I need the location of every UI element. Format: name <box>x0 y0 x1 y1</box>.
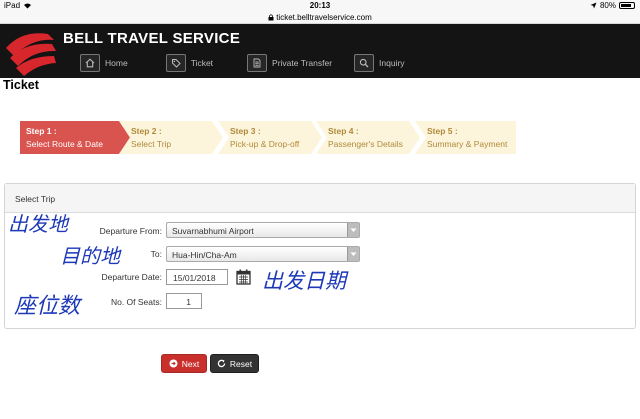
departure-date-input[interactable]: 15/01/2018 <box>166 269 228 285</box>
chevron-down-icon <box>347 247 359 261</box>
clock: 20:13 <box>309 1 331 10</box>
main-nav: Home Ticket Private Transfer Inquiry <box>80 54 427 72</box>
seats-input[interactable]: 1 <box>166 293 202 309</box>
step-4: Step 4 : Passenger's Details <box>316 121 420 154</box>
chevron-down-icon <box>347 223 359 237</box>
handwritten-destination-note: 目的地 <box>60 244 120 268</box>
departure-date-label: Departure Date: <box>101 272 162 282</box>
nav-inquiry[interactable]: Inquiry <box>354 54 405 72</box>
url-text: ticket.belltravelservice.com <box>276 13 372 22</box>
handwritten-seats-note: 座位数 <box>14 294 81 319</box>
nav-home[interactable]: Home <box>80 54 128 72</box>
bell-logo-icon[interactable] <box>2 26 60 78</box>
document-icon <box>247 54 268 72</box>
battery-icon <box>619 2 635 9</box>
step-1-label: Select Route & Date <box>26 139 104 149</box>
nav-ticket-label: Ticket <box>190 58 214 68</box>
lock-icon <box>268 14 274 21</box>
handwritten-departure-note: 出发地 <box>8 212 68 236</box>
brand-name: BELL TRAVEL SERVICE <box>63 30 241 47</box>
step-1-number: Step 1 : <box>26 126 57 136</box>
address-bar[interactable]: ticket.belltravelservice.com <box>0 12 640 24</box>
nav-home-label: Home <box>105 58 128 68</box>
arrow-right-circle-icon <box>169 359 178 368</box>
step-4-label: Passenger's Details <box>328 139 403 149</box>
step-3: Step 3 : Pick-up & Drop-off <box>218 121 322 154</box>
next-button-label: Next <box>181 358 200 369</box>
tag-icon <box>165 54 186 72</box>
page-title: Ticket <box>0 78 52 92</box>
step-2-label: Select Trip <box>131 139 172 149</box>
departure-from-value: Suvarnabhumi Airport <box>172 226 254 236</box>
nav-private-transfer[interactable]: Private Transfer <box>247 54 332 72</box>
calendar-icon[interactable] <box>236 269 251 285</box>
step-3-label: Pick-up & Drop-off <box>230 139 300 149</box>
step-indicator: Step 1 : Select Route & Date Step 2 : Sele… <box>20 121 516 154</box>
step-1[interactable]: Step 1 : Select Route & Date <box>20 121 130 154</box>
step-2-number: Step 2 : <box>131 126 162 136</box>
nav-ticket[interactable]: Ticket <box>165 54 214 72</box>
home-icon <box>80 54 100 72</box>
step-5: Step 5 : Summary & Payment <box>415 121 516 154</box>
refresh-icon <box>217 359 226 368</box>
departure-from-label: Departure From: <box>99 226 162 236</box>
nav-inquiry-label: Inquiry <box>379 58 405 68</box>
nav-private-transfer-label: Private Transfer <box>272 58 333 68</box>
to-select[interactable]: Hua-Hin/Cha-Am <box>166 246 360 262</box>
handwritten-date-note: 出发日期 <box>262 269 346 293</box>
seats-label: No. Of Seats: <box>110 297 162 307</box>
step-5-label: Summary & Payment <box>427 139 508 149</box>
to-value: Hua-Hin/Cha-Am <box>172 250 237 260</box>
step-4-number: Step 4 : <box>328 126 359 136</box>
panel-title: Select Trip <box>5 184 635 213</box>
step-2: Step 2 : Select Trip <box>119 121 223 154</box>
step-5-number: Step 5 : <box>427 126 458 136</box>
status-bar: iPad 20:13 80% <box>0 0 640 12</box>
departure-from-select[interactable]: Suvarnabhumi Airport <box>166 222 360 238</box>
search-icon <box>354 54 375 72</box>
battery-percent: 80% <box>599 1 616 10</box>
site-header: BELL TRAVEL SERVICE Home Ticket Private … <box>0 24 640 78</box>
step-3-number: Step 3 : <box>230 126 261 136</box>
reset-button-label: Reset <box>229 358 253 369</box>
next-button[interactable]: Next <box>161 354 207 373</box>
reset-button[interactable]: Reset <box>210 354 259 373</box>
location-arrow-icon <box>590 2 597 9</box>
